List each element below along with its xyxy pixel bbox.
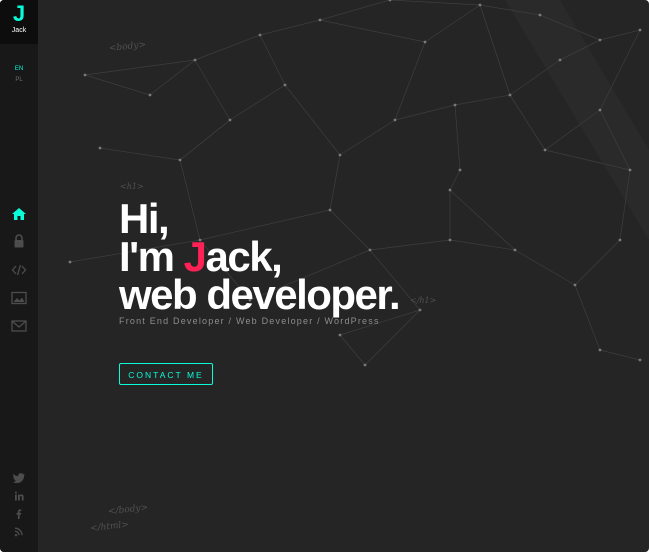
lang-en[interactable]: EN xyxy=(0,66,38,72)
linkedin-icon[interactable] xyxy=(13,491,25,501)
page-frame: J Jack EN PL <body> <h1> </h1> </body> <… xyxy=(0,0,649,552)
logo-letter: J xyxy=(0,2,38,26)
h1-open-tag: <h1> xyxy=(120,182,144,191)
hero-subtitle: Front End Developer / Web Developer / Wo… xyxy=(119,316,380,326)
hero-line-role: web developer. xyxy=(119,271,401,318)
twitter-icon[interactable] xyxy=(13,473,25,483)
rss-icon[interactable] xyxy=(13,527,25,537)
code-icon[interactable] xyxy=(11,263,27,277)
contact-me-button[interactable]: CONTACT ME xyxy=(119,363,213,385)
logo[interactable]: J Jack xyxy=(0,0,38,44)
facebook-icon[interactable] xyxy=(13,509,25,519)
mail-icon[interactable] xyxy=(11,319,27,333)
image-icon[interactable] xyxy=(11,291,27,305)
user-lock-icon[interactable] xyxy=(11,234,27,248)
home-icon[interactable] xyxy=(11,207,27,221)
sidebar: J Jack EN PL xyxy=(0,0,38,552)
h1-close-tag: </h1> xyxy=(410,296,437,305)
lang-pl[interactable]: PL xyxy=(0,77,38,83)
logo-name: Jack xyxy=(11,27,27,34)
